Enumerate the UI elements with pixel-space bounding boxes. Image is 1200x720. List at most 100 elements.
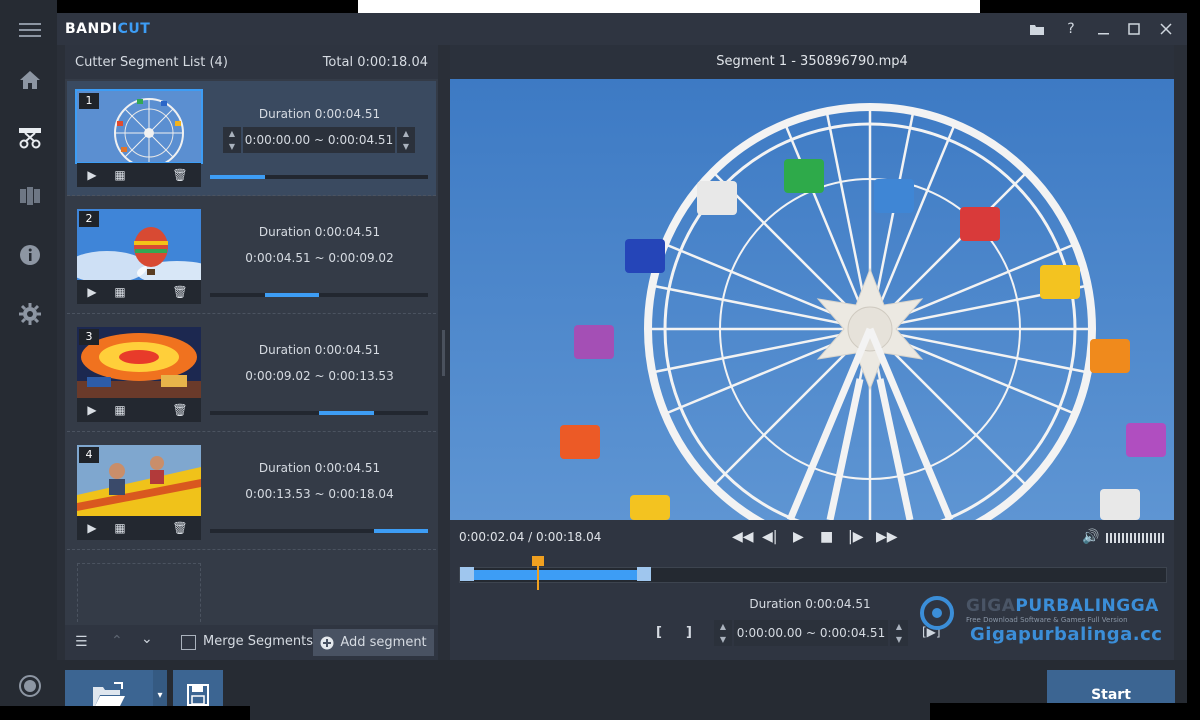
play-icon[interactable]: ▶ <box>81 403 103 417</box>
segment-range-fill <box>264 293 319 297</box>
segment-range-fill <box>373 529 428 533</box>
skip-to-start-icon[interactable]: ◀◀ <box>732 529 754 545</box>
segment-timeline-track <box>210 411 428 415</box>
segment-list-header: Cutter Segment List (4) Total 0:00:18.04 <box>65 45 438 79</box>
segment-duration: Duration 0:00:04.51 <box>258 461 381 475</box>
segment-number: 3 <box>79 329 99 345</box>
segment-number: 4 <box>79 447 99 463</box>
preview-panel: Segment 1 - 350896790.mp4 0:00:02.04 / 0… <box>450 45 1174 660</box>
trash-icon[interactable]: 🗑 <box>169 285 191 299</box>
timeline-selection <box>460 570 644 580</box>
timeline-track[interactable] <box>459 567 1167 583</box>
segment-range-fill <box>319 411 374 415</box>
trash-icon[interactable]: 🗑 <box>169 521 191 535</box>
trash-icon[interactable]: 🗑 <box>169 168 191 182</box>
info-icon[interactable] <box>16 241 44 269</box>
cutter-icon[interactable] <box>16 124 44 152</box>
selection-time-range-field[interactable]: 0:00:00.00 ~ 0:00:04.51 <box>734 620 888 646</box>
segment-duration: Duration 0:00:04.51 <box>258 225 381 239</box>
segment-item-4[interactable]: 4 ▶ ▦ 🗑 Duration 0:00:04.51 0:00:13.53 ~… <box>67 435 436 550</box>
open-folder-icon <box>93 682 125 708</box>
grid-icon[interactable]: ▦ <box>109 285 131 299</box>
move-down-icon[interactable]: ⌄ <box>141 631 153 647</box>
segment-timeline-track <box>210 175 428 179</box>
move-up-icon[interactable]: ⌃ <box>111 633 123 649</box>
segment-list-panel: Cutter Segment List (4) Total 0:00:18.04… <box>65 45 438 660</box>
mark-out-button[interactable]: ] <box>686 625 692 640</box>
video-preview[interactable] <box>450 79 1174 520</box>
watermark-url: Gigapurbalinga.cc <box>970 624 1163 645</box>
title-bar: BANDICUT ? <box>57 13 1187 45</box>
skip-to-end-icon[interactable]: ▶▶ <box>876 529 898 545</box>
thumbnail-toolbar: ▶ ▦ 🗑 <box>77 516 201 540</box>
thumbnail-toolbar: ▶ ▦ 🗑 <box>77 280 201 304</box>
end-time-stepper[interactable]: ▲ ▼ <box>397 127 415 153</box>
corner-mask-right <box>930 703 1200 720</box>
trash-icon[interactable]: 🗑 <box>169 403 191 417</box>
play-icon[interactable]: ▶ <box>81 285 103 299</box>
playhead[interactable] <box>531 556 544 590</box>
top-strip <box>358 0 980 13</box>
sidebar <box>0 0 57 720</box>
volume-slider[interactable] <box>1106 533 1164 543</box>
mark-in-button[interactable]: [ <box>656 625 662 640</box>
segment-timeline-track <box>210 293 428 297</box>
start-time-stepper[interactable]: ▲ ▼ <box>714 620 732 646</box>
minimize-icon[interactable] <box>1093 18 1115 40</box>
help-icon[interactable]: ? <box>1060 18 1082 40</box>
corner-mask-left <box>0 706 250 720</box>
maximize-icon[interactable] <box>1123 18 1145 40</box>
merge-icon[interactable] <box>16 182 44 210</box>
segment-item-2[interactable]: 2 ▶ ▦ 🗑 Duration 0:00:04.51 0:00:04.51 ~… <box>67 199 436 314</box>
segment-list-total: Total 0:00:18.04 <box>322 55 428 70</box>
clear-list-icon[interactable]: ☰ <box>75 634 88 650</box>
segment-number: 1 <box>79 93 99 109</box>
time-range-field[interactable]: 0:00:00.00 ~ 0:00:04.51 <box>243 127 395 153</box>
thumbnail-toolbar: ▶ ▦ 🗑 <box>77 398 201 422</box>
selection-end-handle[interactable] <box>636 567 651 581</box>
menu-icon[interactable] <box>16 16 44 44</box>
playback-time: 0:00:02.04 / 0:00:18.04 <box>459 530 602 544</box>
selection-duration: Duration 0:00:04.51 <box>749 597 871 611</box>
grid-icon[interactable]: ▦ <box>109 168 131 182</box>
settings-gear-icon[interactable] <box>16 300 44 328</box>
add-circle-icon <box>320 636 334 649</box>
merge-segments-checkbox[interactable] <box>181 635 196 650</box>
folder-icon[interactable] <box>1026 18 1048 40</box>
segment-timeline-track <box>210 529 428 533</box>
volume-icon[interactable]: 🔊 <box>1082 529 1099 545</box>
segment-list-title: Cutter Segment List (4) <box>75 55 228 70</box>
segment-item-1[interactable]: 1 ▶ ▦ 🗑 Duration 0:00:04.51 ▲ ▼ 0:00:00.0… <box>67 81 436 196</box>
add-segment-button[interactable]: Add segment <box>313 629 434 656</box>
merge-segments-label: Merge Segments <box>203 634 313 649</box>
segment-list-footer: ☰ ⌃ ⌄ Merge Segments Add segment <box>65 625 438 660</box>
watermark: GIGAPURBALINGGA Free Download Software &… <box>918 592 1162 648</box>
segment-time-range: 0:00:09.02 ~ 0:00:13.53 <box>245 369 394 383</box>
segment-duration: Duration 0:00:04.51 <box>258 343 381 357</box>
segment-time-range: 0:00:13.53 ~ 0:00:18.04 <box>245 487 394 501</box>
stop-icon[interactable]: ■ <box>820 529 833 545</box>
empty-segment-slot <box>77 563 201 622</box>
home-icon[interactable] <box>16 66 44 94</box>
play-icon[interactable]: ▶ <box>81 168 103 182</box>
next-frame-icon[interactable]: |▶ <box>848 529 863 545</box>
watermark-logo-icon <box>920 596 954 630</box>
selection-start-handle[interactable] <box>460 567 474 581</box>
app-logo: BANDICUT <box>65 21 151 37</box>
end-time-stepper[interactable]: ▲ ▼ <box>890 620 908 646</box>
grid-icon[interactable]: ▦ <box>109 403 131 417</box>
panel-splitter-handle[interactable] <box>442 330 445 376</box>
playhead-marker[interactable] <box>531 556 544 566</box>
grid-icon[interactable]: ▦ <box>109 521 131 535</box>
start-time-stepper[interactable]: ▲ ▼ <box>223 127 241 153</box>
close-icon[interactable] <box>1155 18 1177 40</box>
thumbnail-toolbar: ▶ ▦ 🗑 <box>77 163 201 187</box>
segment-item-3[interactable]: 3 ▶ ▦ 🗑 Duration 0:00:04.51 0:00:09.02 ~… <box>67 317 436 432</box>
play-icon[interactable]: ▶ <box>81 521 103 535</box>
segment-time-range: 0:00:04.51 ~ 0:00:09.02 <box>245 251 394 265</box>
previous-frame-icon[interactable]: ◀| <box>762 529 777 545</box>
save-disk-icon <box>187 684 209 706</box>
play-icon[interactable]: ▶ <box>793 529 804 545</box>
record-icon[interactable] <box>16 672 44 700</box>
segment-duration: Duration 0:00:04.51 <box>258 107 381 121</box>
